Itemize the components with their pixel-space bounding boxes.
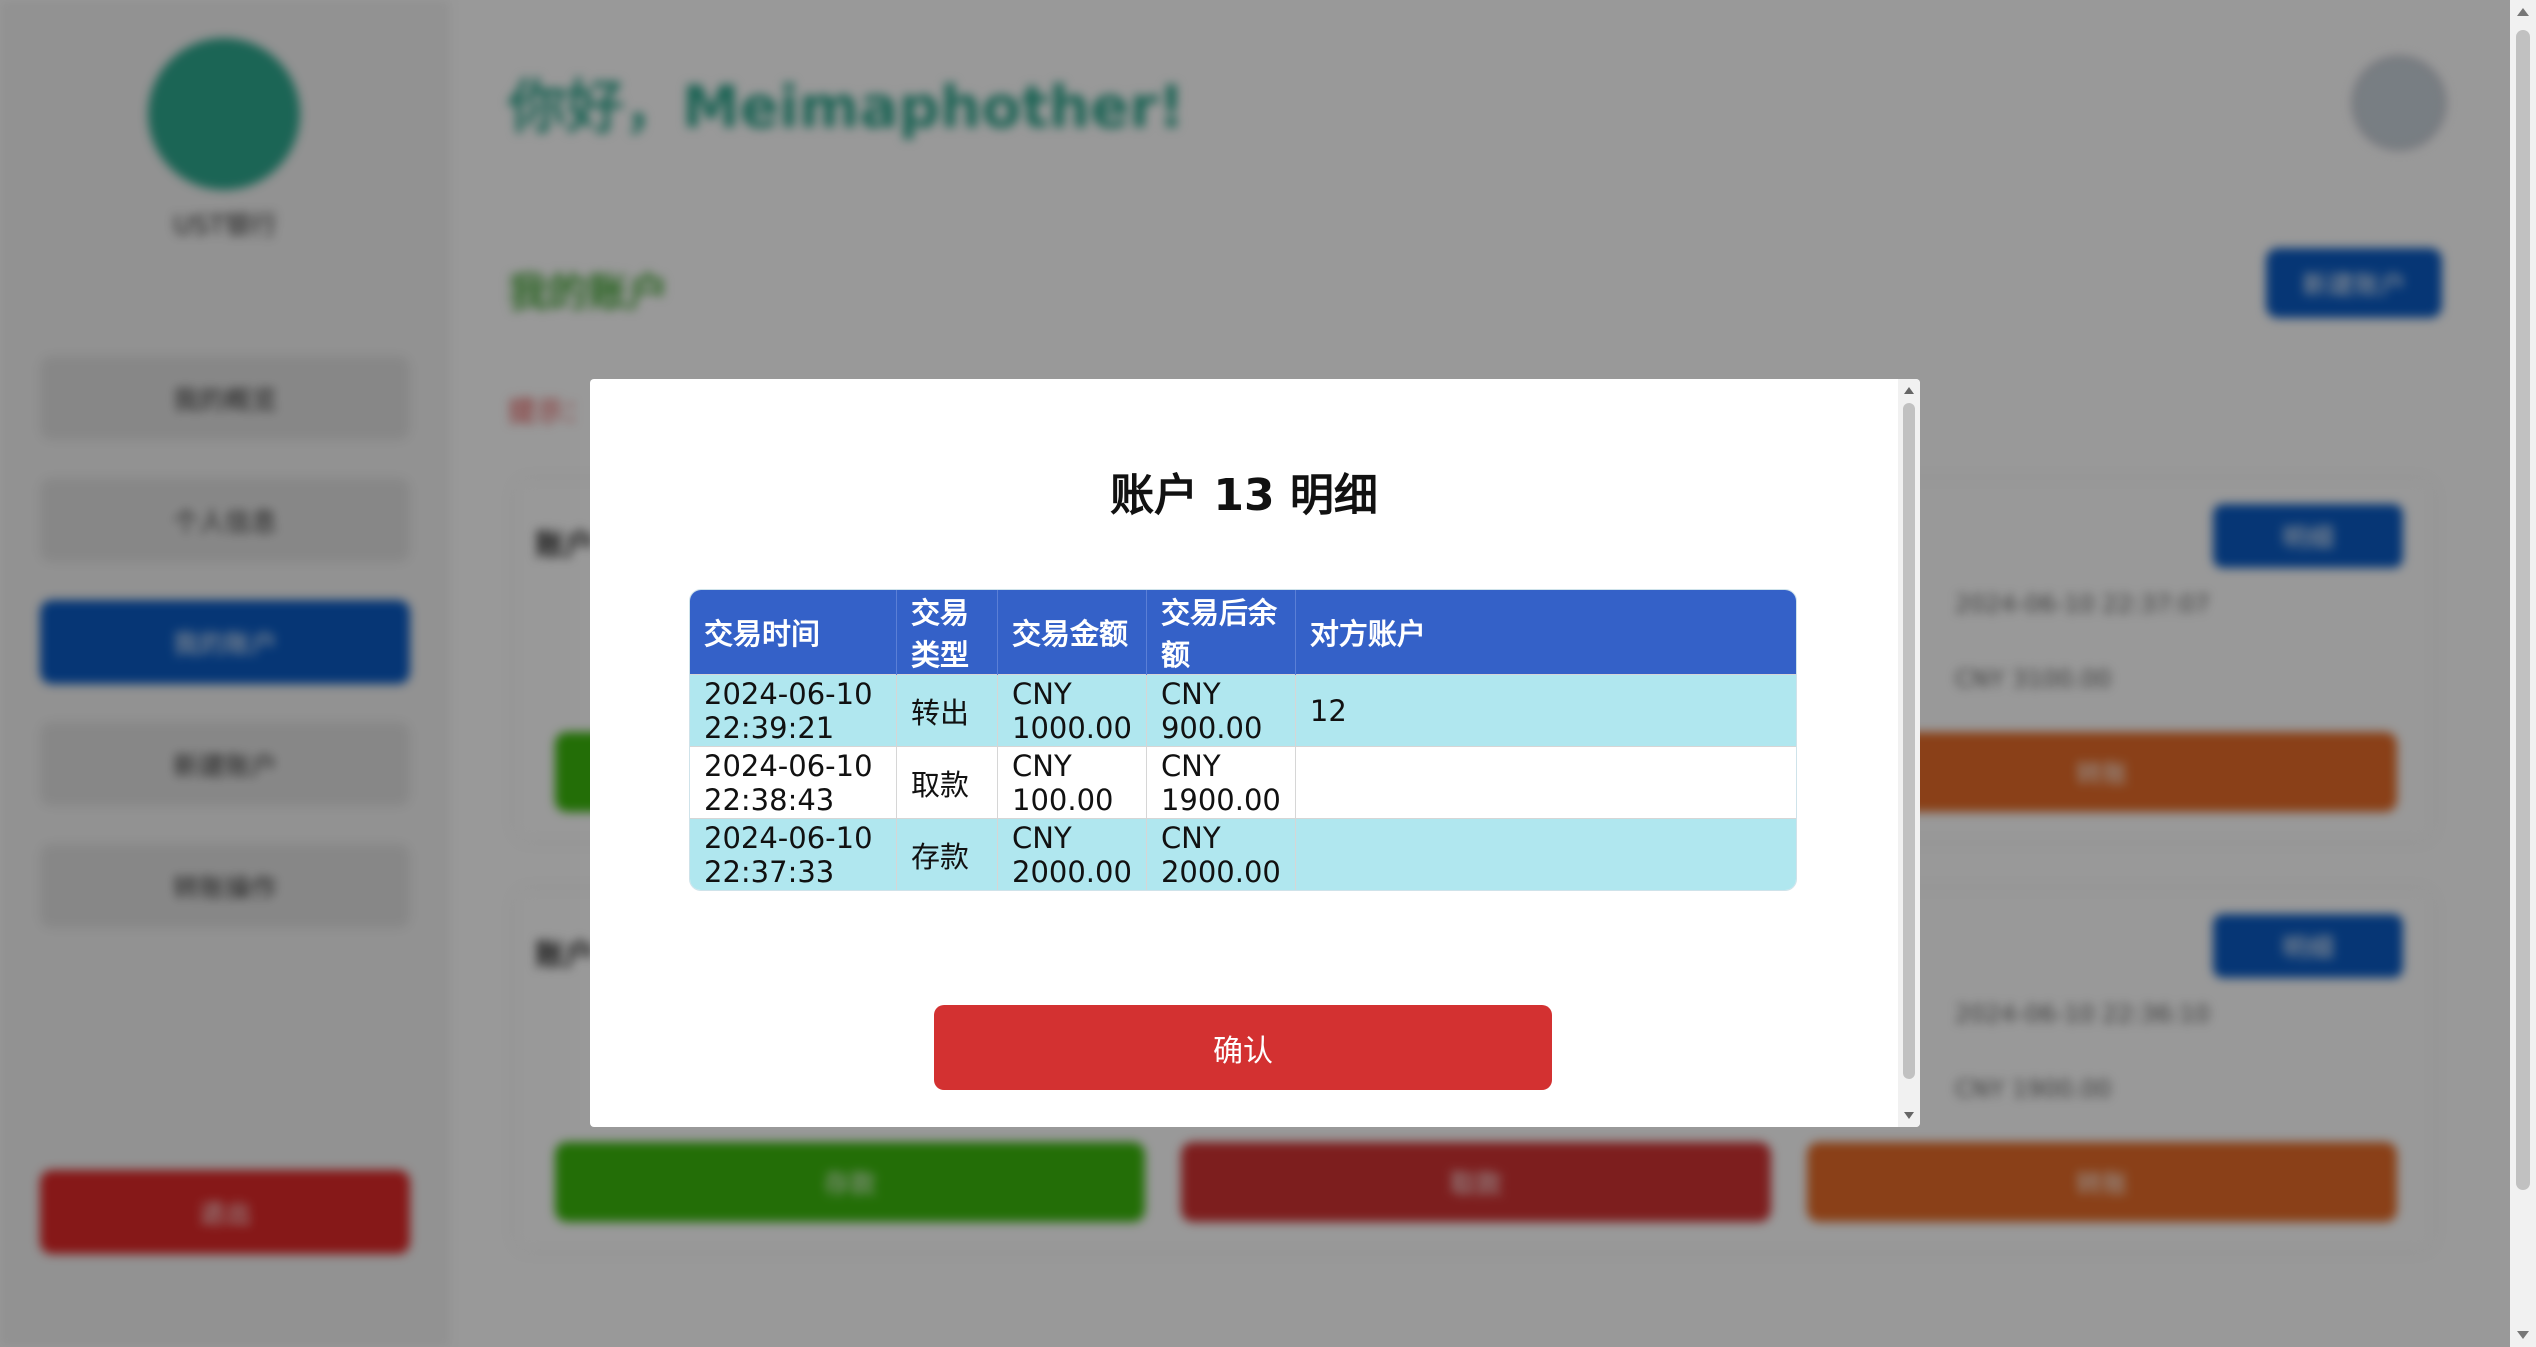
cell-time: 2024-06-10 22:39:21 <box>690 674 897 747</box>
cell-counterparty <box>1295 818 1796 890</box>
table-row: 2024-06-10 22:38:43 取款 CNY 100.00 CNY 19… <box>690 746 1796 819</box>
column-header: 对方账户 <box>1295 590 1796 675</box>
scroll-down-arrow-icon[interactable] <box>2517 1331 2529 1339</box>
cell-amount: CNY 100.00 <box>997 746 1147 819</box>
page-scroll-thumb[interactable] <box>2516 30 2530 1190</box>
page-scrollbar[interactable] <box>2510 0 2536 1347</box>
table-row: 2024-06-10 22:37:33 存款 CNY 2000.00 CNY 2… <box>690 818 1796 890</box>
cell-type: 存款 <box>896 818 998 890</box>
cell-time: 2024-06-10 22:38:43 <box>690 746 897 819</box>
cell-counterparty: 12 <box>1295 674 1796 747</box>
scroll-down-arrow-icon[interactable] <box>1904 1112 1914 1119</box>
cell-balance: CNY 2000.00 <box>1146 818 1296 890</box>
modal-title: 账户 13 明细 <box>1110 470 1378 521</box>
cell-time: 2024-06-10 22:37:33 <box>690 818 897 890</box>
table-header-row: 交易时间 交易类型 交易金额 交易后余额 对方账户 <box>690 590 1796 675</box>
cell-type: 取款 <box>896 746 998 819</box>
cell-balance: CNY 900.00 <box>1146 674 1296 747</box>
scroll-up-arrow-icon[interactable] <box>2517 8 2529 16</box>
confirm-button[interactable]: 确认 <box>934 1005 1552 1090</box>
modal-scrollbar[interactable] <box>1898 379 1920 1127</box>
table-row: 2024-06-10 22:39:21 转出 CNY 1000.00 CNY 9… <box>690 674 1796 747</box>
scroll-up-arrow-icon[interactable] <box>1904 387 1914 394</box>
cell-type: 转出 <box>896 674 998 747</box>
column-header: 交易金额 <box>997 590 1147 675</box>
column-header: 交易后余额 <box>1146 590 1296 675</box>
cell-amount: CNY 2000.00 <box>997 818 1147 890</box>
column-header: 交易时间 <box>690 590 897 675</box>
transaction-table: 交易时间 交易类型 交易金额 交易后余额 对方账户 2024-06-10 22:… <box>689 589 1797 891</box>
column-header: 交易类型 <box>896 590 998 675</box>
account-detail-modal: 账户 13 明细 交易时间 交易类型 交易金额 交易后余额 对方账户 2024-… <box>590 379 1920 1127</box>
modal-scroll-thumb[interactable] <box>1903 403 1915 1079</box>
cell-counterparty <box>1295 746 1796 819</box>
cell-amount: CNY 1000.00 <box>997 674 1147 747</box>
cell-balance: CNY 1900.00 <box>1146 746 1296 819</box>
